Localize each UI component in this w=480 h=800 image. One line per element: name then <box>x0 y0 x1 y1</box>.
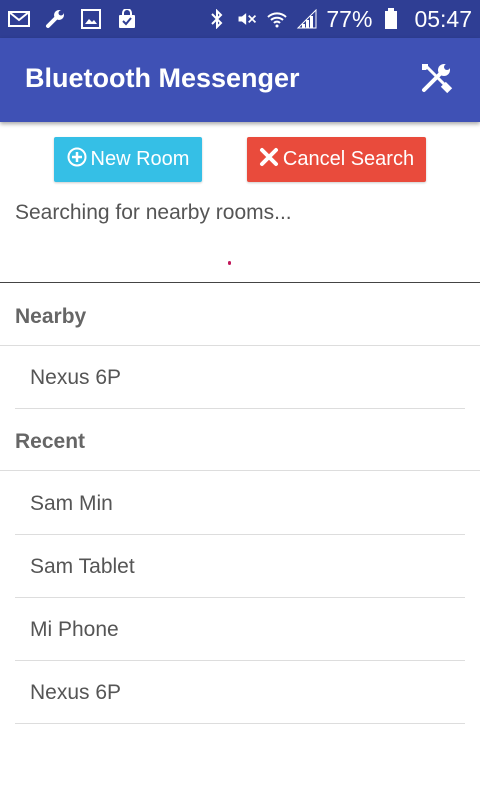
cancel-search-label: Cancel Search <box>282 148 415 170</box>
mute-icon <box>236 8 258 30</box>
list-item-recent-device[interactable]: Mi Phone <box>15 598 465 661</box>
device-name: Nexus 6P <box>30 681 122 704</box>
divider <box>0 470 480 471</box>
list-item-recent-device[interactable]: Sam Tablet <box>15 535 465 598</box>
tools-icon <box>419 61 453 100</box>
section-header-recent: Recent <box>0 409 480 471</box>
device-name: Mi Phone <box>30 618 119 641</box>
device-name: Sam Min <box>30 492 113 515</box>
wifi-icon <box>266 8 288 30</box>
battery-icon <box>380 8 402 30</box>
list-item-recent-device[interactable]: Nexus 6P <box>15 661 465 724</box>
settings-button[interactable] <box>418 62 454 98</box>
search-status-text: Searching for nearby rooms... <box>15 201 292 224</box>
add-circle-icon <box>67 147 87 173</box>
status-bar: 77% 05:47 <box>0 0 480 38</box>
section-title: Nearby <box>15 305 87 328</box>
divider <box>15 723 465 724</box>
app-bar: Bluetooth Messenger <box>0 38 480 122</box>
divider <box>0 282 480 283</box>
list-item-recent-device[interactable]: Sam Min <box>15 472 465 535</box>
app-title: Bluetooth Messenger <box>25 63 300 93</box>
list-item-nearby-device[interactable]: Nexus 6P <box>15 346 465 409</box>
device-name: Sam Tablet <box>30 555 135 578</box>
gmail-icon <box>8 8 30 30</box>
battery-percentage: 77% <box>326 5 373 32</box>
signal-icon <box>296 8 318 30</box>
new-room-button[interactable]: New Room <box>54 137 202 182</box>
section-header-nearby: Nearby <box>0 284 480 346</box>
new-room-label: New Room <box>90 148 190 170</box>
image-icon <box>80 8 102 30</box>
system-status: 77% 05:47 <box>206 0 472 38</box>
progress-spinner <box>228 261 231 265</box>
notification-icons <box>8 8 138 30</box>
cancel-search-button[interactable]: Cancel Search <box>247 137 426 182</box>
section-title: Recent <box>15 430 86 453</box>
bluetooth-icon <box>206 8 228 30</box>
shopping-bag-icon <box>116 8 138 30</box>
clock: 05:47 <box>414 5 472 32</box>
wrench-icon <box>44 8 66 30</box>
close-icon <box>259 147 279 173</box>
device-name: Nexus 6P <box>30 366 122 389</box>
